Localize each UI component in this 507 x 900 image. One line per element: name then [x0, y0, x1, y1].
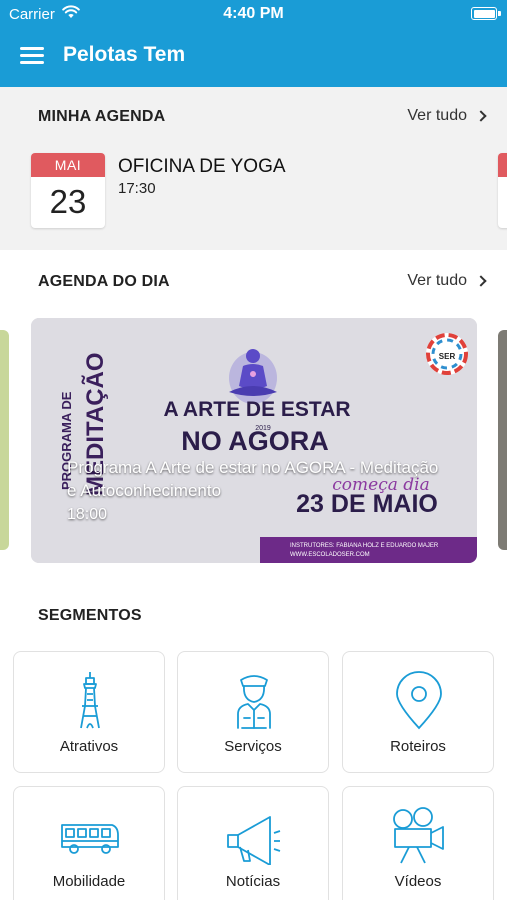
- segment-servicos[interactable]: Serviços: [177, 651, 329, 773]
- event-card-title: Programa A Arte de estar no AGORA - Medi…: [67, 458, 439, 500]
- event-card-time: 18:00: [67, 506, 108, 523]
- chevron-right-icon: [475, 110, 487, 122]
- service-person-icon: [237, 675, 271, 729]
- status-bar: Carrier 4:40 PM: [0, 0, 507, 30]
- event-poster-image: PROGRAMA DE MEDITAÇÃO A ARTE DE ESTAR 20…: [31, 318, 477, 563]
- calendar-date-badge[interactable]: MAI 23: [31, 153, 105, 228]
- escola-do-ser-logo: SER: [426, 333, 468, 375]
- poster-headline-1: A ARTE DE ESTAR: [163, 398, 350, 421]
- app-screen: Carrier 4:40 PM Pelotas Tem MINHA AGENDA…: [0, 0, 507, 900]
- next-calendar-badge[interactable]: [498, 153, 507, 228]
- segment-label: Roteiros: [390, 738, 446, 755]
- my-agenda-heading: MINHA AGENDA: [38, 108, 166, 125]
- segment-label: Notícias: [225, 873, 281, 890]
- segment-label: Serviços: [224, 738, 282, 755]
- day-agenda-see-all-link[interactable]: Ver tudo: [407, 272, 487, 290]
- segment-label: Mobilidade: [52, 873, 126, 890]
- calendar-day: 23: [49, 183, 87, 220]
- segment-noticias[interactable]: Notícias: [177, 786, 329, 900]
- poster-headline-2: NO AGORA: [181, 426, 329, 456]
- tower-icon: [80, 672, 100, 729]
- poster-site: WWW.ESCOLADOSER.COM: [290, 552, 370, 558]
- day-agenda-heading: AGENDA DO DIA: [38, 273, 170, 290]
- chevron-right-icon: [475, 275, 487, 287]
- hamburger-menu-icon[interactable]: [20, 46, 44, 66]
- see-all-label: Ver tudo: [407, 272, 467, 289]
- see-all-label: Ver tudo: [407, 107, 467, 124]
- event-time: 17:30: [118, 180, 156, 197]
- battery-icon: [471, 7, 501, 20]
- segment-roteiros[interactable]: Roteiros: [342, 651, 494, 773]
- segment-atrativos[interactable]: Atrativos: [13, 651, 165, 773]
- bus-icon: [61, 824, 119, 854]
- previous-card[interactable]: [0, 330, 9, 550]
- video-camera-icon: [393, 807, 444, 864]
- app-title: Pelotas Tem: [63, 43, 186, 66]
- calendar-month: MAI: [31, 153, 105, 177]
- megaphone-icon: [227, 816, 281, 865]
- map-pin-icon: [396, 671, 442, 730]
- my-agenda-see-all-link[interactable]: Ver tudo: [407, 107, 487, 125]
- next-card[interactable]: [498, 330, 507, 550]
- event-card[interactable]: PROGRAMA DE MEDITAÇÃO A ARTE DE ESTAR 20…: [31, 318, 477, 563]
- segment-label: Atrativos: [59, 738, 119, 755]
- segments-heading: SEGMENTOS: [38, 607, 142, 624]
- logo-text: SER: [439, 352, 456, 361]
- poster-instructors: INSTRUTORES: FABIANA HOLZ E EDUARDO MAJE…: [290, 543, 439, 549]
- segment-videos[interactable]: Vídeos: [342, 786, 494, 900]
- clock: 4:40 PM: [223, 5, 284, 22]
- event-title[interactable]: OFICINA DE YOGA: [118, 156, 286, 178]
- segment-label: Vídeos: [394, 873, 442, 890]
- app-header: Pelotas Tem: [0, 30, 507, 87]
- segment-mobilidade[interactable]: Mobilidade: [13, 786, 165, 900]
